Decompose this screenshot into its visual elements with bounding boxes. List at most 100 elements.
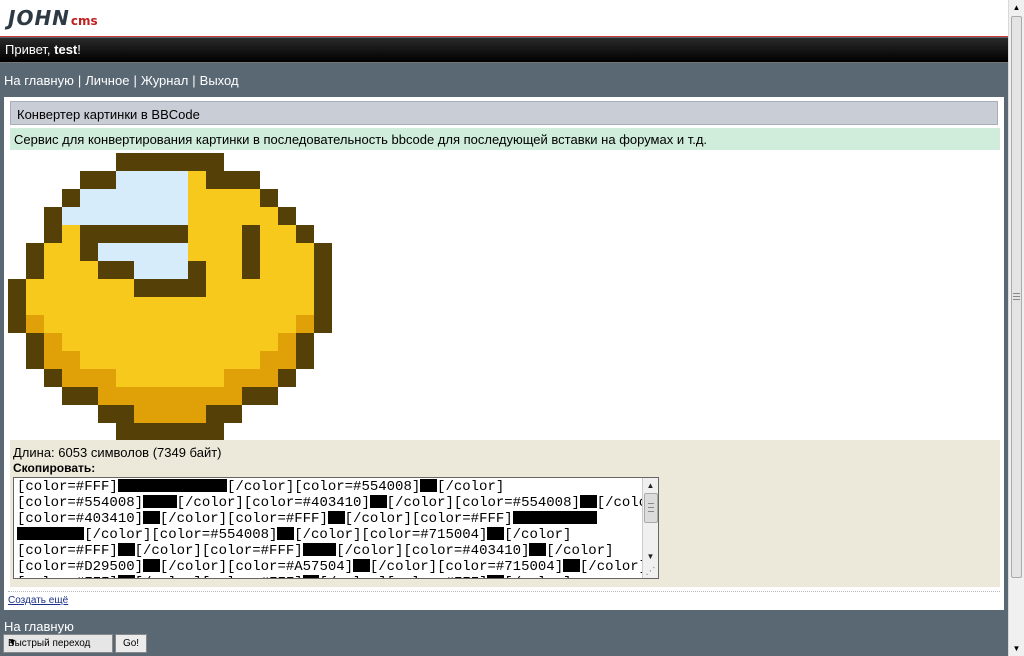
image-pixel <box>224 225 242 243</box>
color-block <box>143 559 160 572</box>
image-pixel <box>206 171 224 189</box>
image-pixel <box>44 225 62 243</box>
image-pixel <box>224 243 242 261</box>
color-block <box>529 543 547 556</box>
image-pixel <box>152 171 170 189</box>
image-pixel <box>116 405 134 423</box>
image-pixel <box>152 279 170 297</box>
bbcode-text[interactable]: [color=#FFF] [/color][color=#554008] [/col… <box>17 479 658 578</box>
page-scroll-up-icon[interactable]: ▲ <box>1011 2 1022 13</box>
image-pixel <box>260 387 278 405</box>
image-pixel <box>224 279 242 297</box>
image-pixel <box>206 243 224 261</box>
quick-nav-select[interactable]: Быстрый переход ▼ <box>3 634 113 653</box>
dropdown-arrow-icon: ▼ <box>8 637 17 647</box>
image-pixel <box>170 279 188 297</box>
color-block <box>487 527 505 540</box>
image-pixel <box>278 243 296 261</box>
image-pixel <box>206 225 224 243</box>
image-pixel <box>62 243 80 261</box>
image-pixel <box>80 369 98 387</box>
scroll-thumb[interactable] <box>644 493 658 523</box>
color-block <box>369 495 387 508</box>
image-pixel <box>80 261 98 279</box>
image-pixel <box>44 261 62 279</box>
logo-text: JOHN <box>8 6 70 30</box>
top-nav: На главную | Личное | Журнал | Выход <box>4 73 239 88</box>
logo-bar: JOHN cms <box>0 0 1008 37</box>
image-pixel <box>260 333 278 351</box>
create-more-link[interactable]: Создать ещё <box>8 595 68 606</box>
nav-link-personal[interactable]: Личное <box>85 73 129 88</box>
color-block <box>143 495 177 508</box>
scroll-up-arrow-icon[interactable]: ▲ <box>644 479 657 492</box>
panel-header: Конвертер картинки в BBCode <box>10 101 998 125</box>
image-pixel <box>224 333 242 351</box>
image-pixel <box>134 423 152 441</box>
image-pixel <box>116 387 134 405</box>
bbcode-textarea[interactable]: [color=#FFF] [/color][color=#554008] [/col… <box>13 477 659 579</box>
image-pixel <box>278 315 296 333</box>
go-button[interactable]: Go! <box>115 634 147 653</box>
image-pixel <box>260 315 278 333</box>
textarea-scrollbar[interactable]: ▲ ▼ <box>642 478 658 578</box>
nav-link-home[interactable]: На главную <box>4 73 74 88</box>
description-text: Сервис для конвертирования картинки в по… <box>14 132 708 147</box>
image-pixel <box>206 207 224 225</box>
image-pixel <box>206 279 224 297</box>
nav-separator: | <box>192 73 196 88</box>
image-pixel <box>116 207 134 225</box>
image-pixel <box>26 333 44 351</box>
nav-separator: | <box>77 73 82 88</box>
image-pixel <box>134 243 152 261</box>
image-pixel <box>80 171 98 189</box>
nav-link-journal[interactable]: Журнал <box>141 73 188 88</box>
footer-home-link[interactable]: На главную <box>4 619 74 634</box>
image-pixel <box>206 387 224 405</box>
image-pixel <box>224 387 242 405</box>
color-block <box>143 511 160 524</box>
image-pixel <box>278 225 296 243</box>
site-logo[interactable]: JOHN cms <box>8 6 98 30</box>
image-pixel <box>278 333 296 351</box>
image-pixel <box>224 405 242 423</box>
page-scroll-down-icon[interactable]: ▼ <box>1011 643 1022 654</box>
image-pixel <box>170 225 188 243</box>
color-block <box>302 575 320 578</box>
image-pixel <box>188 297 206 315</box>
image-pixel <box>152 405 170 423</box>
page-scrollbar[interactable]: ▲ ▼ <box>1008 0 1024 656</box>
image-pixel <box>242 297 260 315</box>
image-pixel <box>44 207 62 225</box>
image-pixel <box>134 405 152 423</box>
converted-image <box>8 153 332 441</box>
image-pixel <box>98 405 116 423</box>
image-pixel <box>98 369 116 387</box>
image-pixel <box>152 189 170 207</box>
image-pixel <box>134 189 152 207</box>
divider <box>8 591 1000 592</box>
image-pixel <box>242 387 260 405</box>
image-pixel <box>152 333 170 351</box>
image-pixel <box>152 297 170 315</box>
image-pixel <box>80 351 98 369</box>
page-scroll-thumb[interactable] <box>1011 16 1022 578</box>
color-block <box>327 511 345 524</box>
image-pixel <box>170 261 188 279</box>
image-pixel <box>206 333 224 351</box>
scroll-down-arrow-icon[interactable]: ▼ <box>644 550 657 563</box>
resize-grip-icon[interactable]: ⋰ <box>643 565 658 578</box>
image-pixel <box>314 315 332 333</box>
nav-link-logout[interactable]: Выход <box>200 73 239 88</box>
image-pixel <box>44 351 62 369</box>
logo-subtext: cms <box>70 14 98 28</box>
image-pixel <box>296 333 314 351</box>
image-pixel <box>296 243 314 261</box>
image-pixel <box>260 207 278 225</box>
image-pixel <box>26 351 44 369</box>
image-pixel <box>62 207 80 225</box>
copy-label: Скопировать: <box>13 461 96 475</box>
image-pixel <box>44 243 62 261</box>
image-pixel <box>98 333 116 351</box>
image-pixel <box>188 225 206 243</box>
